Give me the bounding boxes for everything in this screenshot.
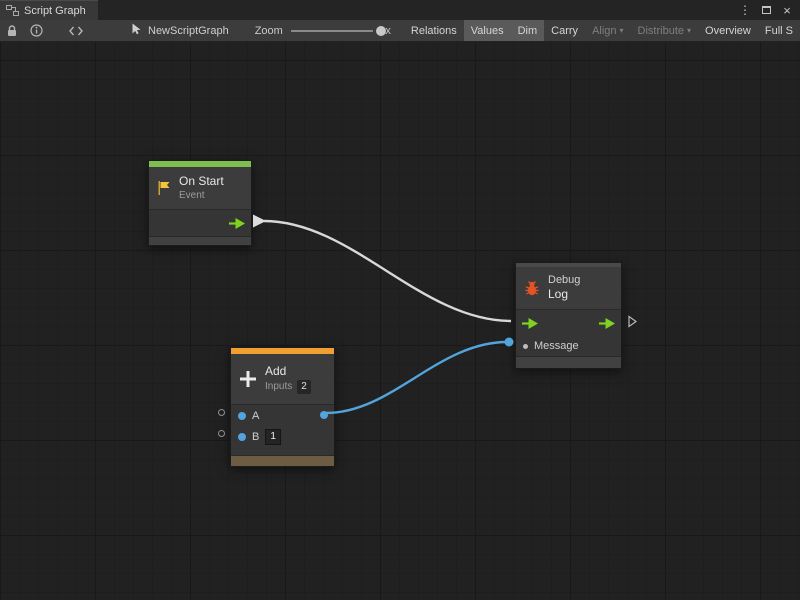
- node-footer: [231, 455, 334, 466]
- menu-icon[interactable]: ⋮: [738, 2, 752, 18]
- lock-icon[interactable]: [6, 20, 18, 42]
- inputs-label: Inputs: [265, 380, 292, 393]
- input-port-a[interactable]: [238, 412, 246, 420]
- node-add[interactable]: Add Inputs 2 A B 1: [230, 347, 335, 467]
- message-input-port[interactable]: [523, 344, 528, 349]
- values-button[interactable]: Values: [464, 20, 511, 42]
- align-button[interactable]: Align ▾: [585, 20, 630, 42]
- flow-wire-start-arrow: [253, 215, 266, 228]
- unconnected-port-indicator[interactable]: [218, 409, 225, 416]
- node-header[interactable]: On Start Event: [149, 167, 251, 209]
- graph-name-button[interactable]: NewScriptGraph: [131, 23, 229, 38]
- flow-input-port[interactable]: [522, 318, 538, 329]
- flag-icon: [156, 180, 172, 196]
- flow-wire[interactable]: [264, 221, 511, 321]
- dim-button[interactable]: Dim: [511, 20, 545, 42]
- plus-icon: [238, 369, 258, 389]
- add-output-port[interactable]: [320, 411, 328, 419]
- port-a-label: A: [252, 410, 259, 422]
- zoom-label: Zoom: [255, 25, 283, 37]
- info-icon[interactable]: [30, 20, 43, 42]
- node-on-start-event[interactable]: On Start Event: [148, 160, 252, 246]
- cursor-icon: [131, 23, 142, 38]
- node-footer: [516, 356, 621, 368]
- window-controls: ⋮ ×: [738, 0, 800, 20]
- relations-button[interactable]: Relations: [404, 20, 464, 42]
- graph-canvas[interactable]: On Start Event: [0, 42, 800, 600]
- toolbar: NewScriptGraph Zoom 1x Relations Values …: [0, 20, 800, 42]
- value-wire[interactable]: [326, 342, 507, 413]
- zoom-slider-handle[interactable]: [376, 26, 386, 36]
- node-debug-log[interactable]: Debug Log Message: [515, 262, 622, 369]
- node-category: Debug: [548, 273, 580, 287]
- bug-icon: [523, 279, 541, 297]
- maximize-icon: [762, 6, 771, 14]
- distribute-button[interactable]: Distribute ▾: [631, 20, 698, 42]
- chevron-down-icon: ▾: [620, 26, 624, 35]
- close-icon[interactable]: ×: [780, 2, 794, 18]
- zoom-slider[interactable]: [291, 25, 373, 37]
- node-footer: [149, 236, 251, 245]
- align-label: Align: [592, 25, 616, 37]
- tab-title: Script Graph: [24, 5, 86, 17]
- input-port-b[interactable]: [238, 433, 246, 441]
- port-b-label: B: [252, 431, 259, 443]
- flow-output-port[interactable]: [229, 218, 245, 229]
- titlebar: Script Graph ⋮ ×: [0, 0, 800, 20]
- unconnected-port-indicator[interactable]: [218, 430, 225, 437]
- node-spacer: [231, 447, 334, 455]
- message-port-label: Message: [534, 340, 579, 352]
- node-title: Log: [548, 287, 580, 303]
- node-subtitle: Event: [179, 189, 224, 202]
- node-title: Add: [265, 364, 311, 380]
- graph-name-label: NewScriptGraph: [148, 25, 229, 37]
- carry-button[interactable]: Carry: [544, 20, 585, 42]
- node-header[interactable]: Debug Log: [516, 267, 621, 309]
- node-header[interactable]: Add Inputs 2: [231, 354, 334, 404]
- script-graph-icon: [6, 5, 19, 16]
- port-b-value-field[interactable]: 1: [265, 429, 281, 445]
- code-icon[interactable]: [69, 20, 83, 42]
- script-graph-window: Script Graph ⋮ ×: [0, 0, 800, 600]
- inputs-count-field[interactable]: 2: [297, 380, 311, 394]
- node-title: On Start: [179, 174, 224, 190]
- chevron-down-icon: ▾: [687, 26, 691, 35]
- fullscreen-button[interactable]: Full S: [758, 20, 800, 42]
- value-wire-endpoint[interactable]: [505, 338, 514, 347]
- tab-script-graph[interactable]: Script Graph: [0, 0, 98, 20]
- flow-output-port[interactable]: [599, 318, 615, 329]
- flow-continuation-icon: [628, 315, 637, 328]
- maximize-button[interactable]: [759, 2, 773, 18]
- overview-button[interactable]: Overview: [698, 20, 758, 42]
- zoom-slider-track: [291, 30, 373, 32]
- distribute-label: Distribute: [638, 25, 684, 37]
